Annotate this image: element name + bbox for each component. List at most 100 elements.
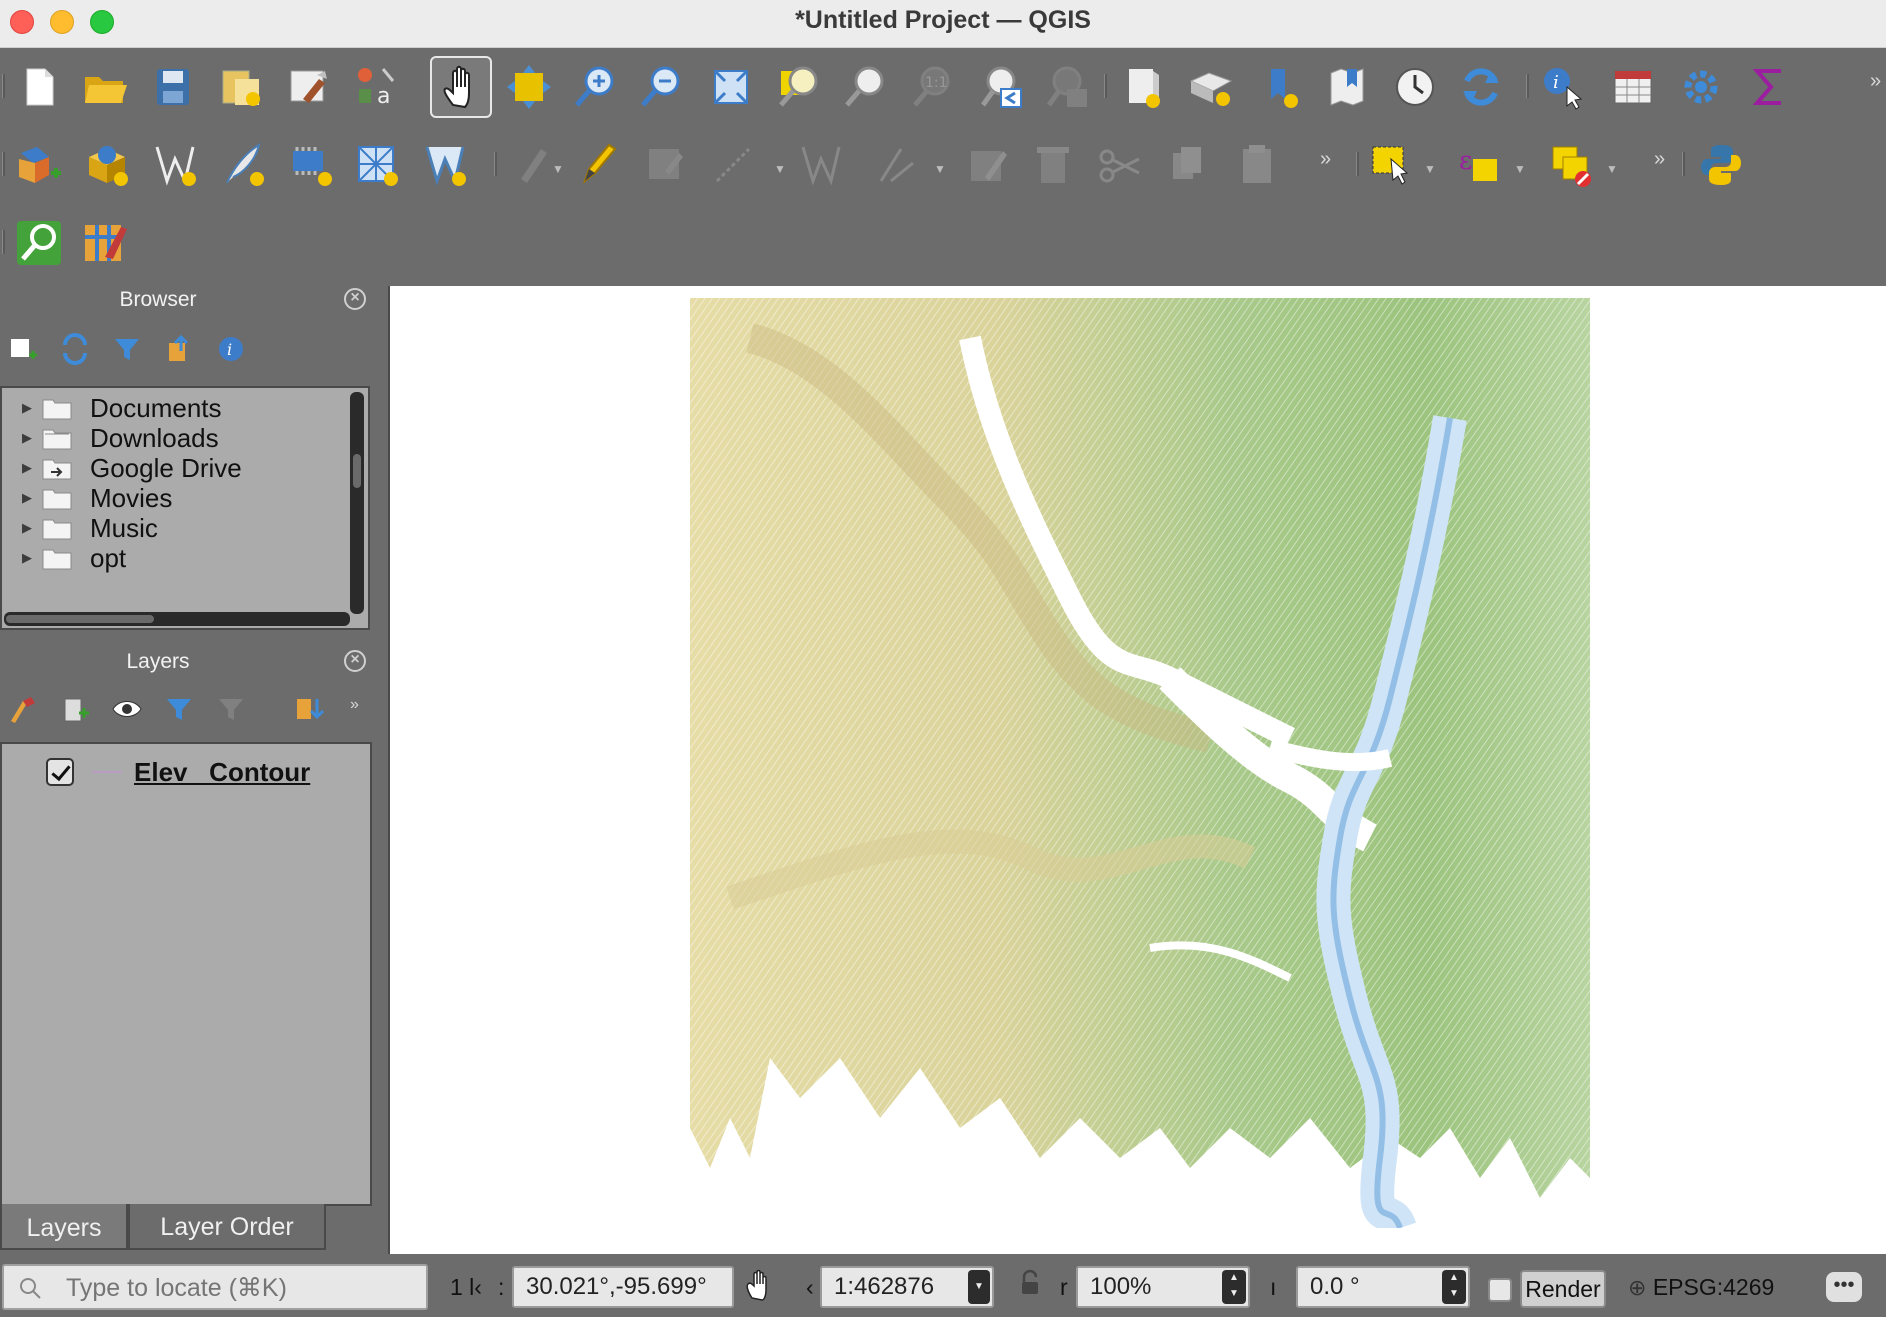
expand-all-icon[interactable] (292, 692, 326, 726)
scrollbar-thumb[interactable] (6, 615, 154, 623)
browser-tree[interactable]: ▶ Documents ▶ Downloads ▶ Google Drive ▶ Mov… (0, 386, 370, 630)
refresh-icon[interactable] (1450, 56, 1512, 118)
open-attribute-table-icon[interactable] (1602, 56, 1664, 118)
new-project-icon[interactable] (8, 56, 70, 118)
new-temporary-scratch-layer-icon[interactable] (212, 134, 274, 196)
zoom-native-icon[interactable]: 1:1 (902, 56, 964, 118)
close-browser-panel-icon[interactable]: × (344, 288, 366, 310)
tab-layers[interactable]: Layers (0, 1204, 128, 1250)
layer-name[interactable]: Elev_ Contour (134, 757, 310, 788)
browser-item[interactable]: ▶ opt (2, 540, 352, 576)
zoom-to-layer-icon[interactable] (834, 56, 896, 118)
filter-by-expression-icon[interactable] (214, 692, 248, 726)
digitize-icon[interactable] (702, 134, 764, 196)
dropdown-arrow-icon[interactable]: ▼ (774, 162, 786, 176)
data-source-manager-icon[interactable] (8, 134, 70, 196)
manage-map-themes-icon[interactable] (110, 692, 144, 726)
styling-panel-icon[interactable] (74, 212, 136, 274)
zoom-out-icon[interactable] (630, 56, 692, 118)
tab-layer-order[interactable]: Layer Order (128, 1204, 326, 1250)
layers-toolbar-overflow-icon[interactable]: » (350, 696, 359, 714)
deselect-all-icon[interactable] (1540, 134, 1602, 196)
new-virtual-layer-icon[interactable] (280, 134, 342, 196)
messages-icon[interactable]: ••• (1826, 1272, 1862, 1302)
show-bookmarks-icon[interactable] (1180, 56, 1242, 118)
zoom-last-icon[interactable] (970, 56, 1032, 118)
cut-features-icon[interactable] (1090, 134, 1152, 196)
lock-scale-icon[interactable] (1018, 1268, 1042, 1310)
save-layer-edits-icon[interactable] (634, 134, 696, 196)
locator-bar[interactable] (2, 1264, 428, 1310)
vertex-tool-disabled-icon[interactable] (790, 134, 852, 196)
expand-arrow-icon[interactable]: ▶ (2, 460, 42, 476)
scrollbar-thumb[interactable] (353, 454, 361, 488)
spin-arrows-icon[interactable]: ▲ ▼ (1442, 1270, 1466, 1304)
zoom-in-icon[interactable] (564, 56, 626, 118)
filter-legend-icon[interactable] (162, 692, 196, 726)
new-3d-map-view-icon[interactable] (1316, 56, 1378, 118)
new-geopackage-layer-icon[interactable] (76, 134, 138, 196)
toolbar-overflow-icon[interactable]: » (1654, 148, 1665, 171)
paste-features-icon[interactable] (1226, 134, 1288, 196)
dropdown-arrow-icon[interactable]: ▼ (1424, 162, 1436, 176)
map-canvas[interactable] (388, 286, 1886, 1254)
browser-vertical-scrollbar[interactable] (350, 392, 364, 614)
toggle-editing-icon[interactable] (566, 134, 628, 196)
expand-arrow-icon[interactable]: ▶ (2, 550, 42, 566)
toolbar-overflow-icon[interactable]: » (1320, 148, 1331, 171)
new-print-layout-icon[interactable] (210, 56, 272, 118)
new-mesh-layer-icon[interactable] (346, 134, 408, 196)
filter-browser-icon[interactable] (110, 332, 144, 366)
expand-arrow-icon[interactable]: ▶ (2, 520, 42, 536)
properties-icon[interactable]: i (214, 332, 248, 366)
render-checkbox[interactable] (1488, 1278, 1512, 1302)
coordinate-field[interactable]: 30.021°,-95.699° (512, 1266, 734, 1308)
rotation-spinbox[interactable]: 0.0 ° ▲ ▼ (1296, 1266, 1470, 1308)
delete-selected-icon[interactable] (1022, 134, 1084, 196)
layer-labeling-icon[interactable]: a (344, 56, 406, 118)
modify-attributes-icon[interactable] (866, 134, 928, 196)
pan-to-selection-icon[interactable] (498, 56, 560, 118)
identify-features-icon[interactable]: i (1532, 56, 1594, 118)
select-by-expression-icon[interactable]: ε (1448, 134, 1510, 196)
locator-search-input[interactable] (66, 1272, 416, 1304)
open-project-icon[interactable] (74, 56, 136, 118)
open-layer-styling-icon[interactable] (6, 692, 40, 726)
python-console-icon[interactable] (1690, 134, 1752, 196)
new-map-view-icon[interactable] (1250, 56, 1312, 118)
style-manager-icon[interactable] (278, 56, 340, 118)
vertex-tool-icon[interactable] (414, 134, 476, 196)
expand-arrow-icon[interactable]: ▶ (2, 490, 42, 506)
edit-attributes-icon[interactable] (958, 134, 1020, 196)
browser-horizontal-scrollbar[interactable] (4, 612, 350, 626)
collapse-all-icon[interactable] (162, 332, 196, 366)
statistical-summary-icon[interactable] (1738, 56, 1800, 118)
expand-arrow-icon[interactable]: ▶ (2, 400, 42, 416)
copy-features-icon[interactable] (1156, 134, 1218, 196)
scale-combobox[interactable]: 1:462876 ▼ (820, 1266, 994, 1308)
processing-toolbox-icon[interactable] (1670, 56, 1732, 118)
new-spatial-bookmark-icon[interactable] (1112, 56, 1174, 118)
toggle-extents-icon[interactable] (744, 1268, 774, 1310)
magnifier-spinbox[interactable]: 100% ▲ ▼ (1076, 1266, 1250, 1308)
zoom-next-icon[interactable] (1036, 56, 1098, 118)
dropdown-arrow-icon[interactable]: ▼ (1606, 162, 1618, 176)
refresh-browser-icon[interactable] (58, 332, 92, 366)
add-group-icon[interactable] (58, 692, 92, 726)
spin-arrows-icon[interactable]: ▲ ▼ (1222, 1270, 1246, 1304)
new-shapefile-layer-icon[interactable] (144, 134, 206, 196)
select-features-icon[interactable] (1360, 134, 1422, 196)
pan-icon[interactable] (430, 56, 492, 118)
zoom-full-icon[interactable] (700, 56, 762, 118)
locator-search-icon[interactable] (8, 212, 70, 274)
toolbar-overflow-icon[interactable]: » (1870, 70, 1881, 93)
temporal-controller-icon[interactable] (1384, 56, 1446, 118)
save-project-icon[interactable] (142, 56, 204, 118)
dropdown-arrow-icon[interactable]: ▼ (552, 162, 564, 176)
close-layers-panel-icon[interactable]: × (344, 650, 366, 672)
render-label[interactable]: Render (1520, 1270, 1606, 1308)
dropdown-arrow-icon[interactable]: ▼ (934, 162, 946, 176)
add-selected-layers-icon[interactable] (6, 332, 40, 366)
layer-item[interactable]: Elev_ Contour (2, 752, 362, 792)
dropdown-arrow-icon[interactable]: ▼ (968, 1270, 990, 1304)
